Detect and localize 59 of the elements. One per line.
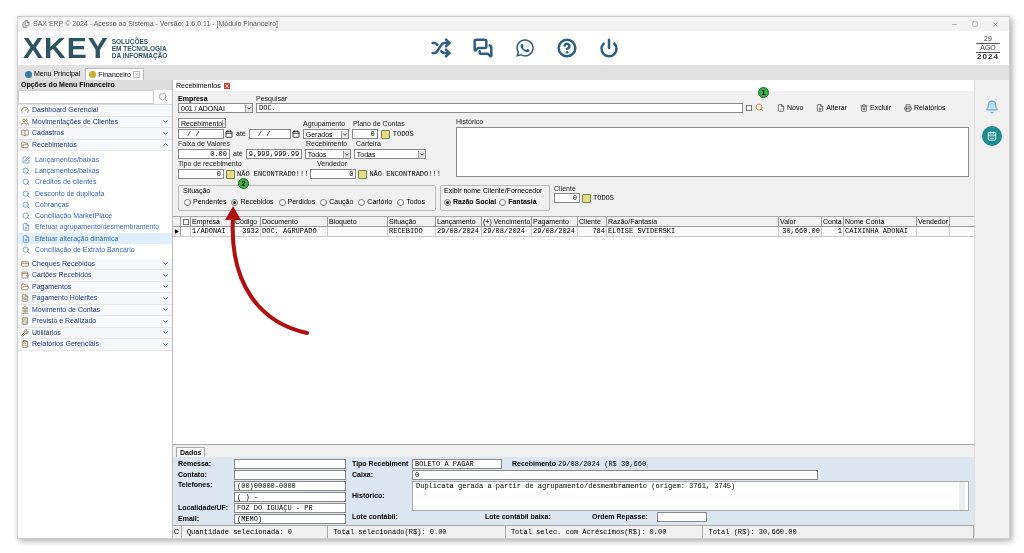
- search-icon: [22, 246, 30, 254]
- menu-icon: [21, 117, 29, 126]
- search-icon: [22, 189, 30, 198]
- menu-icon: [21, 340, 29, 349]
- chat-icon[interactable]: [473, 38, 493, 58]
- caret-icon: [340, 130, 348, 138]
- menu-icon: [21, 282, 29, 291]
- lookup-icon[interactable]: [582, 193, 591, 203]
- menu-icon: [21, 294, 29, 303]
- menu-icon: [21, 129, 29, 138]
- row-pointer-icon: [174, 229, 179, 234]
- calendar-icon[interactable]: [291, 130, 300, 138]
- calendar-icon[interactable]: [225, 130, 233, 138]
- menu-icon: [21, 328, 29, 337]
- menu-icon: [21, 305, 29, 314]
- input-field[interactable]: [234, 470, 346, 480]
- caret-icon: [222, 119, 225, 127]
- calendar-button[interactable]: [982, 126, 1002, 146]
- lookup-icon[interactable]: [226, 169, 235, 179]
- caret-icon: [245, 104, 252, 112]
- file-icon: [777, 104, 785, 112]
- search-icon: [22, 178, 30, 187]
- lookup-icon[interactable]: [380, 129, 390, 139]
- menu-icon: [21, 106, 29, 115]
- whatsapp-icon[interactable]: [515, 38, 535, 58]
- search-icon: [22, 200, 30, 209]
- menu-icon: [21, 271, 29, 280]
- menu-icon: [21, 259, 29, 268]
- search-icon[interactable]: [158, 92, 168, 102]
- text-area[interactable]: [456, 127, 969, 177]
- file-add-icon: [22, 223, 30, 232]
- help-icon[interactable]: [557, 38, 577, 58]
- trash-icon: [859, 104, 868, 112]
- shuffle-icon[interactable]: [431, 38, 451, 58]
- power-icon[interactable]: [599, 38, 619, 58]
- printer-icon: [904, 104, 912, 112]
- menu-icon: [21, 317, 29, 326]
- scrollbar: [959, 482, 965, 510]
- lookup-icon[interactable]: [358, 169, 368, 179]
- search-icon: [22, 212, 30, 221]
- file-add-icon: [816, 104, 825, 112]
- checkbox[interactable]: [746, 105, 752, 111]
- caret-icon: [342, 150, 350, 158]
- search-icon[interactable]: [755, 103, 764, 112]
- input-field[interactable]: [234, 459, 346, 469]
- search-field[interactable]: [18, 90, 154, 104]
- calendar-icon: [987, 131, 997, 141]
- checkbox[interactable]: [182, 218, 189, 225]
- logo: XKEY: [23, 33, 109, 63]
- bell-icon[interactable]: [985, 100, 999, 114]
- search-icon: [22, 166, 30, 175]
- menu-icon: [21, 140, 29, 149]
- file-add-icon: [22, 234, 30, 243]
- input-field[interactable]: [657, 512, 707, 522]
- edit-icon: [22, 155, 30, 164]
- caret-icon: [417, 150, 425, 158]
- close-button[interactable]: [992, 20, 999, 28]
- app-icon: [22, 20, 30, 28]
- close-icon[interactable]: [133, 71, 140, 78]
